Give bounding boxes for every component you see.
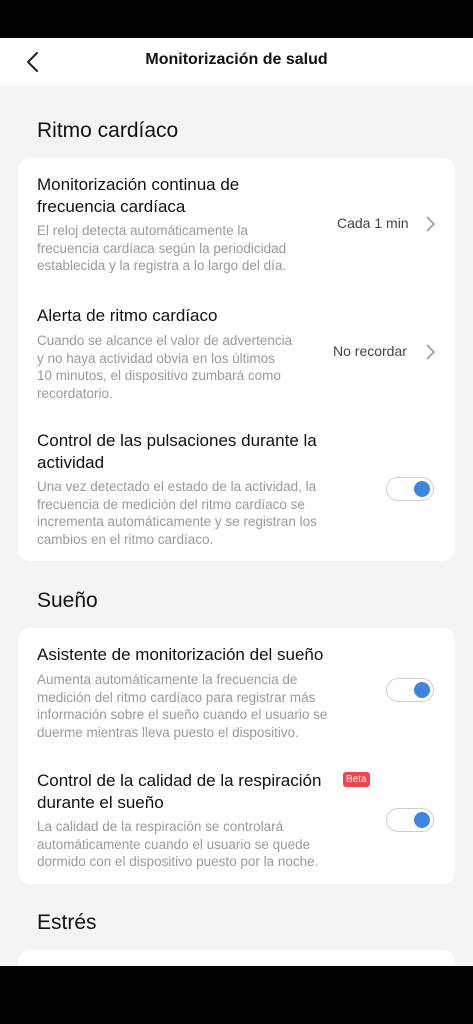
sleep-assistant-description: Aumenta automáticamente la frecuencia de…	[37, 671, 327, 741]
title-line: actividad	[37, 453, 105, 472]
hr-alert-title: Alerta de ritmo cardíaco	[37, 305, 217, 327]
hr-alert-description: Cuando se alcance el valor de advertenci…	[37, 332, 292, 402]
settings-content: Ritmo cardíaco Monitorización continua d…	[0, 86, 473, 966]
desc-line: duerme mientras lleva puesto el disposit…	[37, 724, 299, 740]
title-line: Control de la calidad de la respiración	[37, 771, 322, 790]
desc-line: recordatorio.	[37, 385, 113, 401]
desc-line: automáticamente cuando el usuario se que…	[37, 836, 311, 852]
title-line: Asistente de monitorización del sueño	[37, 645, 324, 664]
continuous-hr-description: El reloj detecta automáticamente la frec…	[37, 222, 286, 275]
chevron-right-icon	[426, 216, 436, 232]
desc-line: frecuencia cardíaca según la periodicida…	[37, 240, 287, 256]
title-line: frecuencia cardíaca	[37, 197, 186, 216]
activity-hr-toggle[interactable]	[386, 477, 434, 501]
desc-line: cambios en el ritmo cardíaco.	[37, 531, 214, 547]
toggle-knob	[414, 481, 430, 497]
desc-line: medición del ritmo cardíaco para registr…	[37, 689, 316, 705]
desc-line: Una vez detectado el estado de la activi…	[37, 479, 317, 494]
desc-line: El reloj detecta automáticamente la	[37, 223, 248, 238]
continuous-hr-title: Monitorización continua de frecuencia ca…	[37, 174, 239, 218]
hr-interval-value: Cada 1 min	[337, 215, 409, 231]
breathing-quality-description: La calidad de la respiración se controla…	[37, 818, 318, 871]
title-line: Alerta de ritmo cardíaco	[37, 306, 218, 325]
stress-card	[18, 950, 455, 966]
title-line: Monitorización continua de	[37, 175, 240, 194]
hr-alert-row[interactable]: Alerta de ritmo cardíaco Cuando se alcan…	[18, 286, 455, 414]
desc-line: incrementa automáticamente y se registra…	[37, 514, 317, 529]
desc-line: frecuencia de medición del ritmo cardíac…	[37, 496, 305, 512]
toggle-knob	[414, 812, 430, 828]
sleep-assistant-row: Asistente de monitorización del sueño Au…	[18, 628, 455, 753]
desc-line: 10 minutos, el dispositivo zumbará como	[37, 368, 281, 383]
breathing-quality-toggle[interactable]	[386, 808, 434, 832]
breathing-quality-row: Control de la calidad de la respiración …	[18, 753, 455, 884]
heart-rate-card: Monitorización continua de frecuencia ca…	[18, 158, 455, 561]
desc-line: establecida y la registra a lo largo del…	[37, 258, 287, 273]
section-title-heart-rate: Ritmo cardíaco	[37, 119, 179, 142]
title-line: Control de las pulsaciones durante la	[37, 431, 317, 450]
desc-line: dormido con el dispositivo puesto por la…	[37, 854, 319, 869]
beta-badge: Beta	[343, 772, 370, 787]
navigation-bar	[0, 966, 473, 1024]
desc-line: Cuando se alcance el valor de advertenci…	[37, 333, 293, 348]
section-title-sleep: Sueño	[37, 589, 98, 612]
hr-alert-value: No recordar	[333, 343, 407, 359]
desc-line: Aumenta automáticamente la frecuencia de	[37, 672, 298, 687]
activity-hr-title: Control de las pulsaciones durante la ac…	[37, 430, 317, 474]
sleep-assistant-toggle[interactable]	[386, 678, 434, 702]
sleep-assistant-title: Asistente de monitorización del sueño	[37, 644, 323, 666]
toggle-knob	[414, 682, 430, 698]
status-bar	[0, 0, 473, 38]
desc-line: información sobre el sueño cuando el usu…	[37, 707, 328, 722]
activity-hr-row: Control de las pulsaciones durante la ac…	[18, 414, 455, 561]
section-title-stress: Estrés	[37, 911, 97, 934]
title-line: durante el sueño	[37, 793, 164, 812]
app-header: Monitorización de salud	[0, 38, 473, 86]
desc-line: y no haya actividad obvia en los últimos	[37, 350, 275, 366]
chevron-right-icon	[426, 344, 436, 360]
breathing-quality-title: Control de la calidad de la respiración …	[37, 770, 321, 814]
continuous-hr-monitoring-row[interactable]: Monitorización continua de frecuencia ca…	[18, 158, 455, 286]
sleep-card: Asistente de monitorización del sueño Au…	[18, 628, 455, 884]
desc-line: La calidad de la respiración se controla…	[37, 819, 284, 834]
page-title: Monitorización de salud	[145, 51, 328, 68]
activity-hr-description: Una vez detectado el estado de la activi…	[37, 478, 317, 548]
